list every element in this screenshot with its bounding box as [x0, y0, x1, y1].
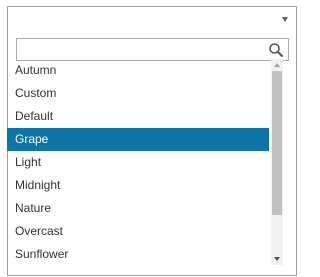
chevron-down-icon[interactable] [282, 17, 288, 22]
select-toggle[interactable] [8, 7, 296, 34]
option-list[interactable]: Autumn Custom Default Grape Light Midnig… [7, 59, 269, 265]
option-custom[interactable]: Custom [7, 82, 269, 105]
search-icon [269, 43, 283, 57]
option-sunflower[interactable]: Sunflower [7, 243, 269, 265]
scroll-up-icon[interactable] [274, 63, 280, 67]
option-grape[interactable]: Grape [7, 128, 269, 151]
scrollbar-thumb[interactable] [272, 71, 282, 215]
scroll-down-icon[interactable] [274, 257, 280, 261]
option-autumn[interactable]: Autumn [7, 59, 269, 82]
search-input[interactable] [21, 40, 266, 59]
search-field[interactable] [16, 38, 289, 61]
option-light[interactable]: Light [7, 151, 269, 174]
option-default[interactable]: Default [7, 105, 269, 128]
option-overcast[interactable]: Overcast [7, 220, 269, 243]
scrollbar[interactable] [271, 59, 283, 265]
option-nature[interactable]: Nature [7, 197, 269, 220]
option-midnight[interactable]: Midnight [7, 174, 269, 197]
